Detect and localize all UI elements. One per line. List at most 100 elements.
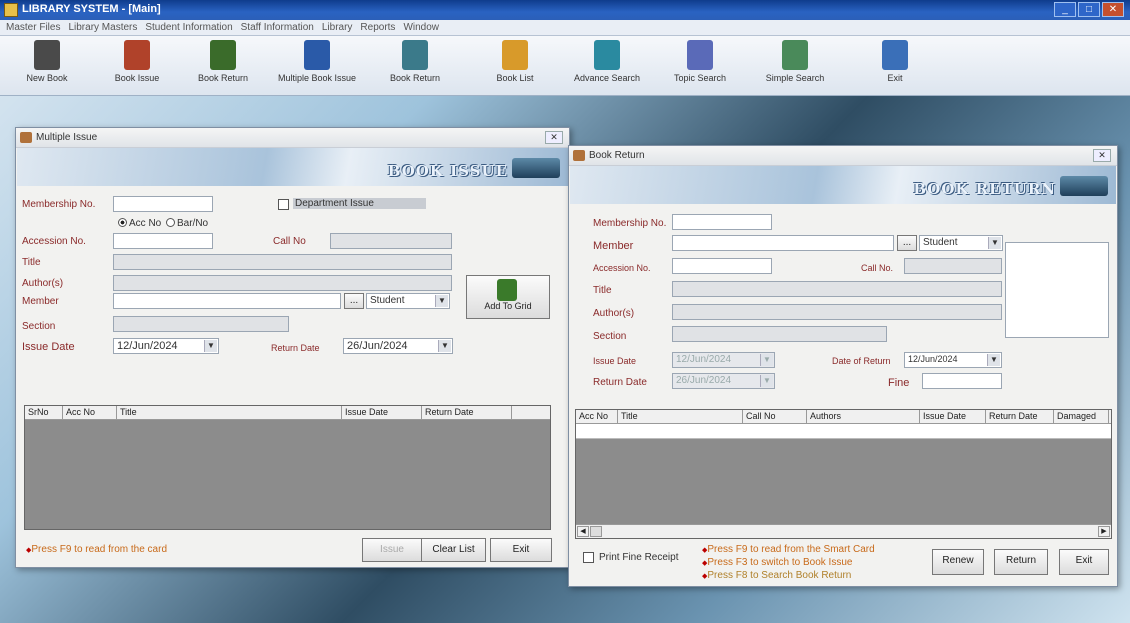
issue-button[interactable]: Issue xyxy=(362,538,422,562)
return-date-picker[interactable]: 26/Jun/2024 ▼ xyxy=(343,338,453,354)
membership-input[interactable] xyxy=(113,196,213,212)
scroll-left-icon[interactable]: ◀ xyxy=(577,526,589,537)
member-type-select[interactable]: Student ▼ xyxy=(919,235,1003,251)
return-date-picker: 26/Jun/2024 ▼ xyxy=(672,373,775,389)
department-issue-label: Department Issue xyxy=(293,198,426,209)
toolbar-topic-search-button[interactable]: Topic Search xyxy=(655,40,745,83)
section-input xyxy=(672,326,887,342)
issue-date-picker[interactable]: 12/Jun/2024 ▼ xyxy=(113,338,219,354)
menu-master-files[interactable]: Master Files xyxy=(6,22,60,33)
toolbar-advance-search-button[interactable]: Advance Search xyxy=(562,40,652,83)
member-input[interactable] xyxy=(113,293,341,309)
member-photo xyxy=(1005,242,1109,338)
exit-button[interactable]: Exit xyxy=(1059,549,1109,575)
return-grid[interactable]: Acc No Title Call No Authors Issue Date … xyxy=(575,409,1112,539)
clear-list-button[interactable]: Clear List xyxy=(421,538,486,562)
column-header[interactable]: Authors xyxy=(807,410,920,423)
note-switch-issue: Press F3 to switch to Book Issue xyxy=(702,557,852,568)
member-lookup-button[interactable]: ... xyxy=(897,235,917,251)
accession-input[interactable] xyxy=(113,233,213,249)
close-icon[interactable]: ✕ xyxy=(545,131,563,144)
horizontal-scrollbar[interactable]: ◀ ▶ xyxy=(576,524,1111,538)
department-issue-checkbox[interactable] xyxy=(278,199,289,210)
issue-grid[interactable]: SrNo Acc No Title Issue Date Return Date xyxy=(24,405,551,530)
toolbar-book-return-button[interactable]: Book Return xyxy=(178,40,268,83)
menu-reports[interactable]: Reports xyxy=(360,22,395,33)
toolbar-book-issue-button[interactable]: Book Issue xyxy=(92,40,182,83)
grid-header: Acc No Title Call No Authors Issue Date … xyxy=(576,410,1111,424)
chevron-down-icon: ▼ xyxy=(760,354,773,366)
renew-button[interactable]: Renew xyxy=(932,549,984,575)
accession-label: Accession No. xyxy=(22,236,86,247)
column-header[interactable]: Acc No xyxy=(576,410,618,423)
multiple-book-issue-icon xyxy=(304,40,330,70)
member-lookup-button[interactable]: ... xyxy=(344,293,364,309)
accession-label: Accession No. xyxy=(593,263,651,273)
menu-student-information[interactable]: Student Information xyxy=(145,22,232,33)
title-label: Title xyxy=(22,257,41,268)
banner-title: BOOK ISSUE xyxy=(387,162,508,180)
menu-window[interactable]: Window xyxy=(403,22,439,33)
note-search-return: Press F8 to Search Book Return xyxy=(702,570,851,581)
toolbar-new-book-button[interactable]: New Book xyxy=(2,40,92,83)
simple-search-icon xyxy=(782,40,808,70)
column-header[interactable]: Issue Date xyxy=(920,410,986,423)
toolbar-book-list-button[interactable]: Book List xyxy=(470,40,560,83)
book-window-icon xyxy=(20,132,32,143)
app-icon xyxy=(4,3,18,17)
column-header[interactable]: Acc No xyxy=(63,406,117,419)
column-header[interactable]: Return Date xyxy=(422,406,512,419)
window-title: Multiple Issue xyxy=(36,132,98,143)
column-header[interactable]: SrNo xyxy=(25,406,63,419)
exit-button[interactable]: Exit xyxy=(490,538,552,562)
callno-label: Call No. xyxy=(861,263,894,273)
table-row[interactable] xyxy=(576,424,1111,439)
menu-library-masters[interactable]: Library Masters xyxy=(68,22,137,33)
return-button[interactable]: Return xyxy=(994,549,1048,575)
issue-date-label: Issue Date xyxy=(593,356,637,366)
book-return-title-bar: Book Return ✕ xyxy=(569,146,1117,166)
membership-input[interactable] xyxy=(672,214,772,230)
accession-input[interactable] xyxy=(672,258,772,274)
close-button[interactable]: ✕ xyxy=(1102,2,1124,17)
member-type-select[interactable]: Student ▼ xyxy=(366,293,450,309)
fine-label: Fine xyxy=(888,377,910,389)
scroll-thumb[interactable] xyxy=(590,526,602,537)
return-date-label: Return Date xyxy=(593,377,647,388)
callno-label: Call No xyxy=(273,236,306,247)
close-icon[interactable]: ✕ xyxy=(1093,149,1111,162)
toolbar-book-return-2-button[interactable]: Book Return xyxy=(370,40,460,83)
fine-input[interactable] xyxy=(922,373,1002,389)
advance-search-icon xyxy=(594,40,620,70)
grid-header: SrNo Acc No Title Issue Date Return Date xyxy=(25,406,550,420)
return-date-label: Return Date xyxy=(271,343,320,353)
book-list-icon xyxy=(502,40,528,70)
column-header[interactable]: Title xyxy=(618,410,743,423)
new-book-icon xyxy=(34,40,60,70)
date-of-return-picker[interactable]: 12/Jun/2024 ▼ xyxy=(904,352,1002,368)
authors-label: Author(s) xyxy=(22,278,64,289)
toolbar-multiple-book-issue-button[interactable]: Multiple Book Issue xyxy=(272,40,362,83)
return-banner: BOOK RETURN xyxy=(570,166,1116,204)
member-input[interactable] xyxy=(672,235,894,251)
menu-staff-information[interactable]: Staff Information xyxy=(241,22,314,33)
card-read-note: Press F9 to read from the card xyxy=(26,544,167,555)
books-icon xyxy=(1060,176,1108,196)
maximize-button[interactable]: □ xyxy=(1078,2,1100,17)
radio-acc-no[interactable]: Acc No xyxy=(118,218,161,229)
chevron-down-icon: ▼ xyxy=(204,340,217,352)
minimize-button[interactable]: _ xyxy=(1054,2,1076,17)
menu-library[interactable]: Library xyxy=(322,22,353,33)
column-header[interactable]: Call No xyxy=(743,410,807,423)
print-receipt-label: Print Fine Receipt xyxy=(599,552,679,563)
column-header[interactable]: Issue Date xyxy=(342,406,422,419)
section-input xyxy=(113,316,289,332)
column-header[interactable]: Title xyxy=(117,406,342,419)
toolbar-exit-button[interactable]: Exit xyxy=(850,40,940,83)
column-header[interactable]: Return Date xyxy=(986,410,1054,423)
column-header[interactable]: Damaged xyxy=(1054,410,1109,423)
radio-barcode[interactable]: Bar/No xyxy=(166,218,208,229)
scroll-right-icon[interactable]: ▶ xyxy=(1098,526,1110,537)
print-receipt-checkbox[interactable] xyxy=(583,552,594,563)
toolbar-simple-search-button[interactable]: Simple Search xyxy=(750,40,840,83)
